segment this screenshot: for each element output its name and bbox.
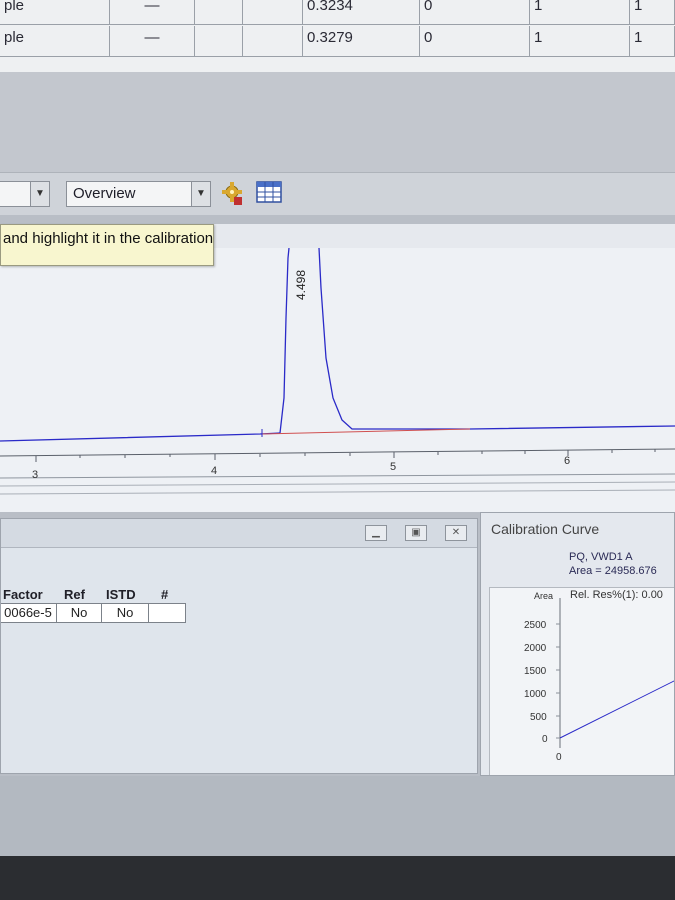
value-cell[interactable]: 1: [530, 0, 630, 24]
tooltip: and highlight it in the calibration: [0, 224, 214, 266]
column-header-factor[interactable]: Factor: [3, 587, 43, 602]
y-tick-label: 500: [530, 712, 547, 723]
empty-pane: [0, 72, 675, 172]
restore-button[interactable]: ▣: [405, 525, 427, 541]
y-tick-label: 2000: [524, 643, 547, 654]
x-tick-label: 6: [564, 455, 570, 467]
calibration-plot[interactable]: Area Rel. Res%(1): 0.00 2500 2000 1500 1…: [489, 587, 674, 775]
baseline-trace: [0, 432, 281, 442]
y-tick-label: 2500: [524, 620, 547, 631]
y-tick-label: 1000: [524, 689, 547, 700]
peak-trace: [279, 248, 675, 434]
compound-table-panel: ▁ ▣ ✕ Factor Ref ISTD # 0066e-5 No No: [0, 518, 478, 774]
table-row-partial[interactable]: [0, 58, 675, 72]
calibration-curve-panel: Calibration Curve PQ, VWD1 A Area = 2495…: [480, 512, 675, 776]
empty-cell[interactable]: [195, 0, 243, 24]
minimize-button[interactable]: ▁: [365, 525, 387, 541]
sample-name-cell[interactable]: ple: [0, 0, 110, 24]
column-header-ref[interactable]: Ref: [64, 587, 85, 602]
close-button[interactable]: ✕: [445, 525, 467, 541]
factor-cell[interactable]: 0066e-5: [1, 603, 57, 623]
tooltip-text: and highlight it in the calibration: [3, 230, 214, 247]
sample-name-cell[interactable]: ple: [0, 26, 110, 56]
istd-cell[interactable]: No: [101, 603, 149, 623]
x-axis: [0, 448, 675, 457]
column-header-count[interactable]: #: [161, 587, 168, 602]
calibration-line: [559, 680, 674, 739]
view-mode-dropdown[interactable]: Overview ▼: [66, 181, 211, 207]
value-cell[interactable]: 1: [530, 26, 630, 56]
value-cell[interactable]: 0: [420, 26, 530, 56]
amount-cell[interactable]: 0.3279: [303, 26, 420, 56]
chromatogram-panel[interactable]: 3 4 5 6 4.498: [0, 248, 675, 512]
amount-cell[interactable]: 0.3234: [303, 0, 420, 24]
table-row[interactable]: ple — 0.3234 0 1 1: [0, 0, 675, 25]
chevron-down-icon[interactable]: ▼: [191, 182, 210, 206]
count-cell[interactable]: [148, 603, 186, 623]
signal-label: PQ, VWD1 A: [569, 551, 633, 563]
chevron-down-icon[interactable]: ▼: [30, 182, 49, 206]
view-toolbar: ▼ Overview ▼: [0, 172, 675, 215]
x-tick-label: 4: [211, 465, 217, 477]
value-cell[interactable]: 0: [420, 0, 530, 24]
x-tick-label: 0: [556, 752, 562, 763]
table-row[interactable]: ple — 0.3279 0 1 1: [0, 26, 675, 57]
integration-baseline: [261, 428, 471, 435]
panel-title: Calibration Curve: [491, 521, 600, 537]
peak-label: 4.498: [294, 270, 308, 300]
empty-pane: [0, 776, 675, 856]
panel-titlebar: ▁ ▣ ✕: [1, 519, 477, 548]
empty-cell[interactable]: [243, 0, 303, 24]
sample-table: ple — 0.3234 0 1 1 ple — 0.3279 0 1 1: [0, 0, 675, 72]
left-dropdown[interactable]: ▼: [0, 181, 50, 207]
view-mode-value: Overview: [73, 185, 136, 202]
table-grid-icon[interactable]: [255, 179, 283, 207]
type-cell[interactable]: —: [110, 26, 195, 56]
column-header-istd[interactable]: ISTD: [106, 587, 136, 602]
x-tick-label: 3: [32, 469, 38, 481]
empty-cell[interactable]: [195, 26, 243, 56]
monitor-bezel: [0, 856, 675, 900]
calibration-settings-icon[interactable]: [218, 179, 246, 207]
value-cell[interactable]: 1: [630, 0, 675, 24]
empty-cell[interactable]: [243, 26, 303, 56]
y-tick-label: 0: [542, 734, 548, 745]
ref-cell[interactable]: No: [56, 603, 102, 623]
area-readout: Area = 24958.676: [569, 565, 657, 577]
type-cell[interactable]: —: [110, 0, 195, 24]
x-tick-label: 5: [390, 461, 396, 473]
y-tick-label: 1500: [524, 666, 547, 677]
value-cell[interactable]: 1: [630, 26, 675, 56]
